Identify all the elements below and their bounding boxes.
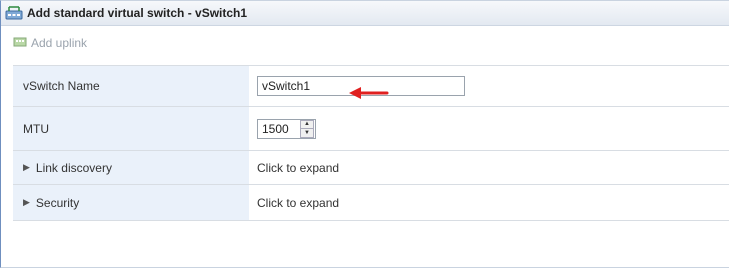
expand-caret-icon[interactable]: ▶ xyxy=(23,162,30,173)
security-row[interactable]: ▶ Security Click to expand xyxy=(13,185,729,221)
spin-up-icon[interactable]: ▲ xyxy=(301,120,313,128)
link-discovery-label: Link discovery xyxy=(35,160,112,175)
mtu-row: MTU ▲ ▼ xyxy=(13,107,729,151)
link-discovery-row[interactable]: ▶ Link discovery Click to expand xyxy=(13,151,729,185)
dialog-title: Add standard virtual switch - vSwitch1 xyxy=(27,6,248,20)
add-uplink-label: Add uplink xyxy=(31,36,88,50)
red-arrow-annotation-icon xyxy=(349,87,389,99)
security-value-cell[interactable]: Click to expand xyxy=(249,185,729,220)
mtu-input[interactable] xyxy=(258,119,300,138)
add-uplink-button[interactable]: Add uplink xyxy=(13,36,87,51)
link-discovery-value-cell[interactable]: Click to expand xyxy=(249,151,729,184)
virtual-switch-icon xyxy=(5,6,23,20)
add-vswitch-dialog: Add standard virtual switch - vSwitch1 A… xyxy=(0,0,729,268)
mtu-label: MTU xyxy=(13,107,249,150)
network-adapter-icon xyxy=(13,36,27,51)
vswitch-name-label: vSwitch Name xyxy=(13,66,249,106)
link-discovery-label-cell[interactable]: ▶ Link discovery xyxy=(13,151,249,184)
security-label: Security xyxy=(35,195,80,210)
mtu-spinner[interactable]: ▲ ▼ xyxy=(300,119,314,138)
dialog-titlebar: Add standard virtual switch - vSwitch1 xyxy=(1,1,729,26)
security-expand-link[interactable]: Click to expand xyxy=(257,196,339,210)
link-discovery-expand-link[interactable]: Click to expand xyxy=(257,161,339,175)
spin-down-icon[interactable]: ▼ xyxy=(301,128,313,137)
mtu-cell: ▲ ▼ xyxy=(249,107,729,150)
security-label-cell[interactable]: ▶ Security xyxy=(13,185,249,220)
toolbar: Add uplink xyxy=(1,26,729,60)
expand-caret-icon[interactable]: ▶ xyxy=(23,197,30,208)
vswitch-name-cell xyxy=(249,66,729,106)
mtu-stepper[interactable]: ▲ ▼ xyxy=(257,118,316,139)
